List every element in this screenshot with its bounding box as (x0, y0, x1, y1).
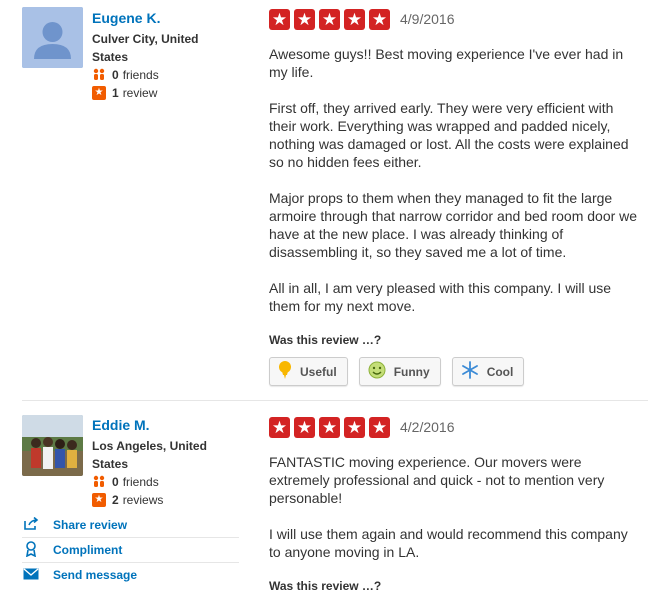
star-icon: ★ (319, 416, 340, 438)
star-icon: ★ (294, 416, 315, 438)
review-paragraph: FANTASTIC moving experience. Our movers … (269, 454, 605, 506)
review-count: ★ 1 review (92, 84, 217, 102)
review-star-icon: ★ (92, 86, 106, 100)
user-name[interactable]: Eugene K. (92, 10, 217, 27)
review-content: ★ ★ ★ ★ ★ 4/9/2016 Awesome guys!! Best m… (269, 7, 641, 386)
review-paragraph: I will use them again and would recommen… (269, 526, 628, 560)
friends-count: 0 friends (92, 66, 217, 84)
avatar[interactable] (22, 7, 83, 68)
smiley-icon (368, 361, 386, 382)
review-paragraph: First off, they arrived early. They were… (269, 100, 629, 170)
review-date: 4/2/2016 (400, 419, 455, 435)
share-icon (22, 516, 40, 534)
friends-icon (92, 475, 106, 489)
review-date: 4/9/2016 (400, 11, 455, 27)
envelope-icon (22, 567, 40, 583)
rating-row: ★ ★ ★ ★ ★ 4/9/2016 (269, 7, 641, 31)
avatar[interactable] (22, 415, 83, 476)
review-paragraph: Awesome guys!! Best moving experience I'… (269, 46, 624, 80)
user-location: Los Angeles, United States (92, 439, 207, 471)
was-useful-label: Was this review …? (269, 333, 382, 347)
review-content: ★ ★ ★ ★ ★ 4/2/2016 FANTASTIC moving expe… (269, 415, 641, 593)
compliment-link[interactable]: Compliment (22, 538, 239, 563)
vote-buttons: Useful Funny Cool (269, 357, 641, 386)
star-icon: ★ (269, 416, 290, 438)
snowflake-icon (461, 361, 479, 382)
review-text: Awesome guys!! Best moving experience I'… (269, 45, 641, 315)
user-name[interactable]: Eddie M. (92, 417, 217, 434)
star-icon: ★ (294, 8, 315, 30)
star-icon: ★ (369, 416, 390, 438)
user-actions: Share review Compliment Send message (22, 513, 239, 587)
was-useful-label: Was this review …? (269, 579, 382, 593)
review-star-icon: ★ (92, 493, 106, 507)
send-message-link[interactable]: Send message (22, 563, 239, 587)
user-photo (22, 415, 83, 476)
award-icon (22, 540, 40, 560)
friends-icon (92, 68, 106, 82)
rating-row: ★ ★ ★ ★ ★ 4/2/2016 (269, 415, 641, 439)
friends-count: 0 friends (92, 473, 217, 491)
share-review-link[interactable]: Share review (22, 513, 239, 538)
review-text: FANTASTIC moving experience. Our movers … (269, 453, 641, 561)
useful-button[interactable]: Useful (269, 357, 348, 386)
star-rating: ★ ★ ★ ★ ★ (269, 8, 394, 30)
review-divider (22, 400, 648, 401)
funny-button[interactable]: Funny (358, 357, 441, 386)
review-paragraph: Major props to them when they managed to… (269, 190, 638, 260)
review-paragraph: All in all, I am very pleased with this … (269, 280, 612, 314)
user-info: Eddie M. Los Angeles, United States 0 fri… (92, 417, 217, 509)
default-user-icon (22, 7, 83, 68)
star-icon: ★ (319, 8, 340, 30)
review-count: ★ 2 reviews (92, 491, 217, 509)
star-icon: ★ (344, 8, 365, 30)
cool-button[interactable]: Cool (451, 357, 525, 386)
star-icon: ★ (369, 8, 390, 30)
user-location: Culver City, United States (92, 32, 199, 64)
user-info: Eugene K. Culver City, United States 0 fr… (92, 10, 217, 102)
star-icon: ★ (269, 8, 290, 30)
star-icon: ★ (344, 416, 365, 438)
star-rating: ★ ★ ★ ★ ★ (269, 416, 394, 438)
lightbulb-icon (278, 360, 292, 383)
